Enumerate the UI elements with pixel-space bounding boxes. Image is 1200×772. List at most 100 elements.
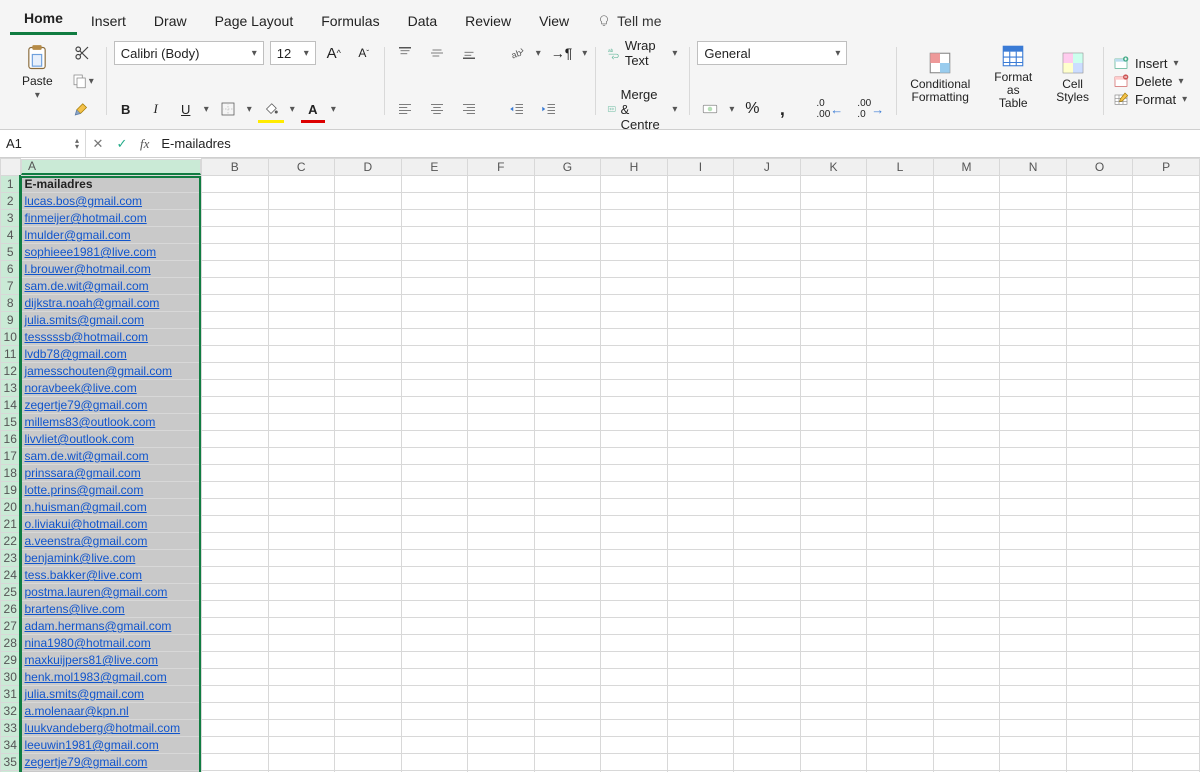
cell-N21[interactable] [1000, 516, 1067, 533]
copy-button[interactable]: ▾ [67, 69, 98, 93]
cell-M12[interactable] [933, 363, 1000, 380]
tab-review[interactable]: Review [451, 7, 525, 35]
cell-M18[interactable] [933, 465, 1000, 482]
increase-indent-button[interactable] [536, 97, 562, 121]
cell-G29[interactable] [534, 652, 601, 669]
cell-C10[interactable] [268, 329, 335, 346]
cell-C5[interactable] [268, 244, 335, 261]
cell-I33[interactable] [667, 720, 734, 737]
column-header-L[interactable]: L [867, 159, 934, 176]
cell-C23[interactable] [268, 550, 335, 567]
cell-N31[interactable] [1000, 686, 1067, 703]
cell-L28[interactable] [867, 635, 934, 652]
formula-input[interactable]: E-mailadres [155, 136, 1200, 151]
cell-F9[interactable] [468, 312, 535, 329]
column-header-F[interactable]: F [468, 159, 535, 176]
cell-G27[interactable] [534, 618, 601, 635]
cell-E13[interactable] [401, 380, 468, 397]
cell-B1[interactable] [201, 176, 268, 193]
cell-A35[interactable]: zegertje79@gmail.com [20, 754, 201, 771]
cell-J10[interactable] [734, 329, 801, 346]
cell-D30[interactable] [335, 669, 402, 686]
cell-C8[interactable] [268, 295, 335, 312]
cell-N4[interactable] [1000, 227, 1067, 244]
cell-B19[interactable] [201, 482, 268, 499]
cell-C11[interactable] [268, 346, 335, 363]
cell-F12[interactable] [468, 363, 535, 380]
cell-A1[interactable]: E-mailadres [20, 176, 201, 193]
cell-G34[interactable] [534, 737, 601, 754]
cell-C4[interactable] [268, 227, 335, 244]
cell-I15[interactable] [667, 414, 734, 431]
select-all-corner[interactable] [1, 159, 21, 176]
row-header-8[interactable]: 8 [1, 295, 21, 312]
row-header-4[interactable]: 4 [1, 227, 21, 244]
cell-J13[interactable] [734, 380, 801, 397]
cell-J9[interactable] [734, 312, 801, 329]
cell-C31[interactable] [268, 686, 335, 703]
cell-J15[interactable] [734, 414, 801, 431]
underline-button[interactable]: U [174, 97, 198, 121]
cell-C13[interactable] [268, 380, 335, 397]
cell-J22[interactable] [734, 533, 801, 550]
cell-O9[interactable] [1066, 312, 1133, 329]
cell-I24[interactable] [667, 567, 734, 584]
cell-N7[interactable] [1000, 278, 1067, 295]
cell-G22[interactable] [534, 533, 601, 550]
cell-I31[interactable] [667, 686, 734, 703]
cell-D14[interactable] [335, 397, 402, 414]
cell-O19[interactable] [1066, 482, 1133, 499]
cell-C12[interactable] [268, 363, 335, 380]
cell-J2[interactable] [734, 193, 801, 210]
number-format-select[interactable]: General▾ [697, 41, 847, 65]
cell-H35[interactable] [601, 754, 668, 771]
cell-H9[interactable] [601, 312, 668, 329]
cell-A32[interactable]: a.molenaar@kpn.nl [20, 703, 201, 720]
cell-J5[interactable] [734, 244, 801, 261]
cell-O2[interactable] [1066, 193, 1133, 210]
cell-H14[interactable] [601, 397, 668, 414]
cell-J19[interactable] [734, 482, 801, 499]
cell-E5[interactable] [401, 244, 468, 261]
cell-L26[interactable] [867, 601, 934, 618]
cell-B22[interactable] [201, 533, 268, 550]
cell-G19[interactable] [534, 482, 601, 499]
cell-D21[interactable] [335, 516, 402, 533]
cell-C9[interactable] [268, 312, 335, 329]
row-header-13[interactable]: 13 [1, 380, 21, 397]
column-header-M[interactable]: M [933, 159, 1000, 176]
cell-F34[interactable] [468, 737, 535, 754]
cell-H30[interactable] [601, 669, 668, 686]
cell-L27[interactable] [867, 618, 934, 635]
email-link[interactable]: lvdb78@gmail.com [24, 347, 126, 361]
cell-J6[interactable] [734, 261, 801, 278]
cell-P23[interactable] [1133, 550, 1200, 567]
cell-M25[interactable] [933, 584, 1000, 601]
row-header-1[interactable]: 1 [1, 176, 21, 193]
cell-G4[interactable] [534, 227, 601, 244]
cell-O1[interactable] [1066, 176, 1133, 193]
cell-H28[interactable] [601, 635, 668, 652]
cell-B17[interactable] [201, 448, 268, 465]
cell-D7[interactable] [335, 278, 402, 295]
cell-H22[interactable] [601, 533, 668, 550]
cell-A27[interactable]: adam.hermans@gmail.com [20, 618, 201, 635]
cell-G16[interactable] [534, 431, 601, 448]
cell-J25[interactable] [734, 584, 801, 601]
cell-O10[interactable] [1066, 329, 1133, 346]
cut-button[interactable] [67, 41, 98, 65]
email-link[interactable]: benjamink@live.com [24, 551, 135, 565]
cell-L9[interactable] [867, 312, 934, 329]
email-link[interactable]: postma.lauren@gmail.com [24, 585, 167, 599]
cell-J31[interactable] [734, 686, 801, 703]
cell-C6[interactable] [268, 261, 335, 278]
cell-M28[interactable] [933, 635, 1000, 652]
email-link[interactable]: o.liviakui@hotmail.com [24, 517, 147, 531]
row-header-29[interactable]: 29 [1, 652, 21, 669]
cell-O35[interactable] [1066, 754, 1133, 771]
cell-A13[interactable]: noravbeek@live.com [20, 380, 201, 397]
email-link[interactable]: noravbeek@live.com [24, 381, 136, 395]
cell-D29[interactable] [335, 652, 402, 669]
cell-N10[interactable] [1000, 329, 1067, 346]
row-header-9[interactable]: 9 [1, 312, 21, 329]
